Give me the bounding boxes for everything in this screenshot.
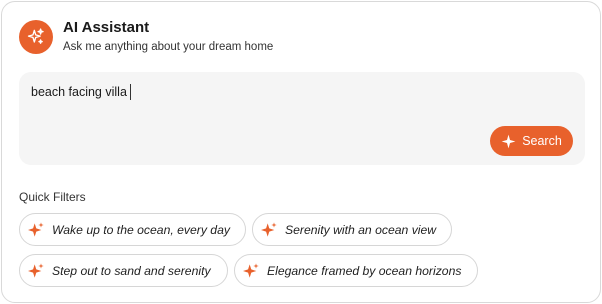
quick-filter-label: Wake up to the ocean, every day — [52, 222, 230, 237]
page-subtitle: Ask me anything about your dream home — [63, 41, 274, 53]
quick-filter-chip[interactable]: Step out to sand and serenity — [19, 254, 228, 287]
search-button-label: Search — [522, 134, 562, 148]
search-input[interactable] — [31, 82, 491, 102]
header-titles: AI Assistant Ask me anything about your … — [63, 19, 273, 55]
quick-filter-label: Step out to sand and serenity — [52, 263, 211, 278]
quick-filter-chip[interactable]: Wake up to the ocean, every day — [19, 213, 246, 246]
sparkle-icon — [243, 262, 259, 278]
quick-filter-chip[interactable]: Elegance framed by ocean horizons — [234, 254, 478, 287]
sparkles-icon — [19, 20, 53, 54]
quick-filter-chip[interactable]: Serenity with an ocean view — [252, 213, 452, 246]
quick-filter-label: Serenity with an ocean view — [285, 222, 437, 237]
sparkle-icon — [261, 221, 277, 237]
sparkle-icon — [501, 134, 516, 148]
ai-assistant-card: AI Assistant Ask me anything about your … — [1, 1, 601, 303]
text-caret — [130, 84, 131, 100]
search-panel: Search — [19, 72, 585, 165]
sparkle-icon — [28, 221, 44, 237]
quick-filters-heading: Quick Filters — [19, 190, 86, 204]
search-button[interactable]: Search — [490, 126, 573, 156]
assistant-header: AI Assistant Ask me anything about your … — [19, 19, 273, 55]
page-title: AI Assistant — [63, 19, 150, 36]
quick-filter-label: Elegance framed by ocean horizons — [267, 263, 462, 278]
sparkle-icon — [28, 262, 44, 278]
